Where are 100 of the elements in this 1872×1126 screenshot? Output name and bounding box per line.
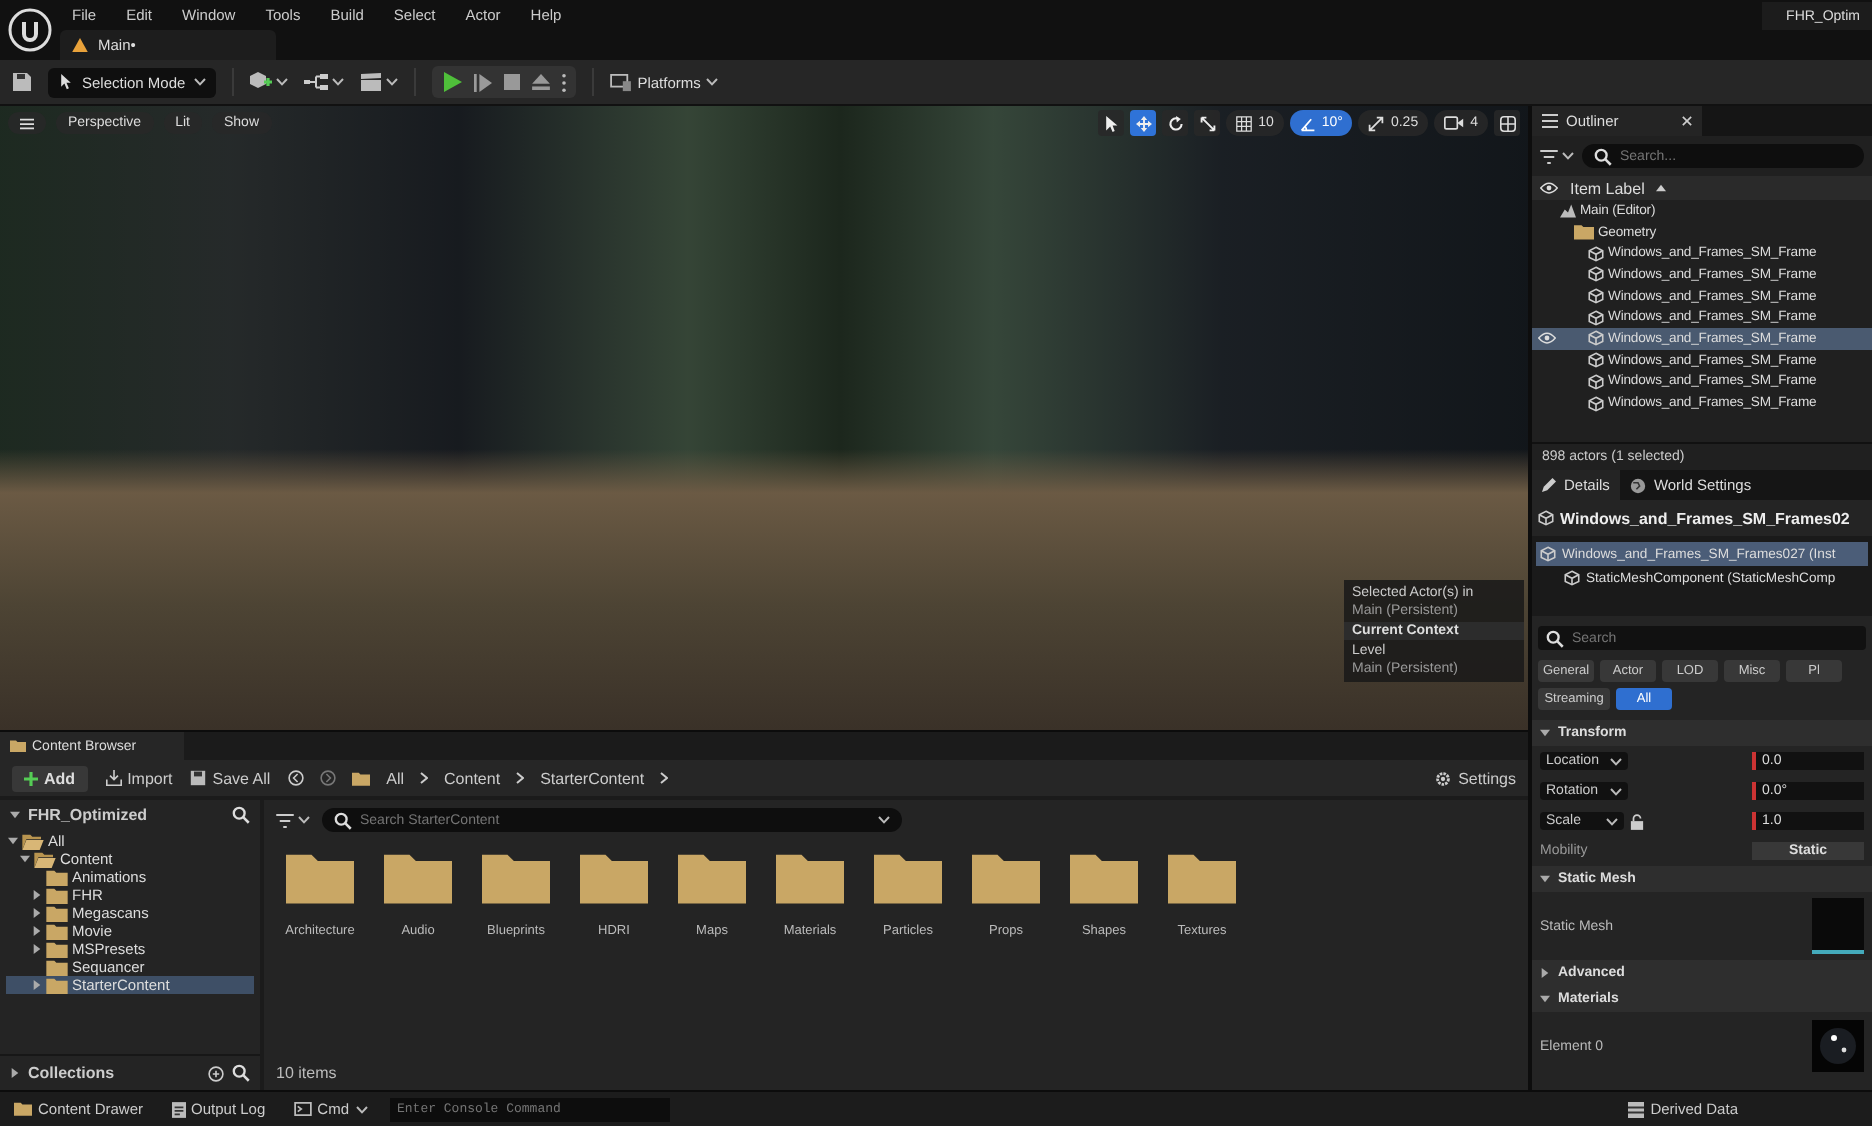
grid-icon [1236,115,1253,131]
mesh-icon [1588,288,1604,305]
layout-button[interactable] [1494,110,1520,136]
forward-button[interactable] [320,770,337,786]
settings-button[interactable]: Settings [1434,769,1516,787]
monitor-icon [609,73,632,91]
chevron-icon [660,772,669,784]
mesh-icon [1538,510,1554,526]
filter-button[interactable] [1540,149,1574,163]
folder-icon [482,852,550,904]
mesh-icon [1564,570,1580,586]
collections-label: Collections [28,1064,115,1082]
rotate-icon [1167,115,1184,131]
caret-icon [706,78,719,86]
back-button[interactable] [288,770,305,786]
plus-icon [24,771,38,785]
step-button[interactable] [473,73,492,91]
transform-tool-button[interactable] [1130,110,1157,136]
close-button[interactable] [1682,116,1693,126]
caret-icon [385,78,398,86]
caret-icon [1610,757,1622,765]
step-icon [473,73,492,91]
expanded-arrow-icon [1540,728,1550,738]
save-button[interactable] [12,72,32,92]
mesh-icon [1588,330,1604,347]
project-root-label: FHR_Optimized [28,806,148,824]
add-actor-button[interactable] [249,72,288,92]
search-icon [232,806,250,824]
collapsed-arrow-icon [31,980,41,990]
breadcrumb[interactable]: Content [444,769,501,787]
breadcrumb[interactable]: All [386,769,405,787]
filter-button[interactable] [276,813,310,827]
mesh-icon [1588,266,1604,283]
play-icon [441,72,462,92]
breadcrumb[interactable]: StarterContent [540,769,645,787]
pencil-icon [1542,478,1556,492]
scale-icon [1199,115,1216,131]
cinematics-button[interactable] [359,72,398,92]
transform-tool-button[interactable] [1098,110,1125,136]
selection-icon [58,74,74,90]
search-icon [334,811,352,829]
more-icon [561,73,566,91]
folder-icon [10,740,26,752]
folder-icon [384,852,452,904]
toolbar-button[interactable]: Save All [190,769,271,787]
caret-icon [1610,787,1622,795]
list-icon [1542,114,1558,128]
sphere-icon [1818,1026,1858,1066]
collapsed-arrow-icon [10,1068,20,1078]
search-button[interactable] [232,1064,250,1082]
folder-icon [580,852,648,904]
caret-icon [298,816,310,824]
mesh-thumbnail[interactable] [1812,898,1864,954]
terminal-icon [293,1102,312,1116]
angle-icon [1299,115,1316,131]
filter-icon [276,813,294,827]
folder-icon [678,852,746,904]
play-button[interactable] [441,72,462,92]
collapsed-arrow-icon [1540,968,1550,978]
add-collection-button[interactable] [208,1065,224,1081]
folder-icon [972,852,1040,904]
transform-tool-button[interactable] [1162,110,1189,136]
expanded-arrow-icon [1540,994,1550,1004]
transform-tool-button[interactable] [1194,110,1221,136]
viewport-menu-button[interactable] [8,112,46,134]
folder-icon [14,1102,32,1116]
caret-icon [355,1105,367,1113]
warning-icon [72,38,88,52]
material-thumbnail[interactable] [1812,1020,1864,1072]
stop-button[interactable] [503,74,520,90]
folder-icon [874,852,942,904]
column-header[interactable]: Item Label [1570,179,1645,197]
item-count: 10 items [276,1064,339,1082]
add-button[interactable]: Add [12,765,88,791]
mesh-icon [1588,309,1604,326]
mesh-icon [1588,245,1604,262]
eject-button[interactable] [531,74,550,90]
mesh-icon [1588,352,1604,369]
save-all-icon [190,770,207,786]
caret-icon [193,78,206,86]
actor-name: Windows_and_Frames_SM_Frames02 [1560,509,1850,527]
folder-icon [286,852,354,904]
database-icon [1628,1101,1645,1117]
caret-icon [275,78,288,86]
eject-icon [531,74,550,90]
blueprint-button[interactable] [303,74,344,90]
layout-icon [1499,115,1515,131]
search-button[interactable] [232,806,250,824]
folder-icon [776,852,844,904]
toolbar-button[interactable]: Import [105,769,173,787]
expanded-arrow-icon [1540,874,1550,884]
menu-icon [20,117,34,129]
log-icon [171,1101,186,1117]
mesh-icon [1588,373,1604,390]
eye-icon [1538,332,1556,345]
more-options-button[interactable] [561,73,566,91]
nodes-icon [303,74,328,90]
settings-icon [1434,769,1453,787]
folder-icon [352,771,371,785]
engine-logo-icon [8,8,52,52]
